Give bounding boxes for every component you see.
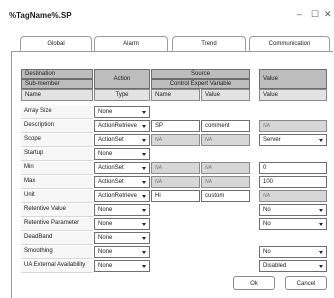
window-title: %TagName%.SP — [9, 11, 72, 20]
chevron-down-icon — [319, 223, 323, 226]
chevron-down-icon — [142, 167, 146, 170]
chevron-down-icon — [319, 265, 323, 268]
chevron-down-icon — [142, 181, 146, 184]
type-select[interactable]: None — [94, 148, 150, 160]
chevron-down-icon — [142, 195, 146, 198]
value-field: NA — [259, 120, 327, 132]
ok-button[interactable]: Ok — [233, 276, 275, 290]
value-field[interactable]: 100 — [259, 176, 327, 188]
row-label: Max — [21, 176, 93, 189]
title-bar: %TagName%.SP – ☐ ✕ — [0, 0, 334, 26]
type-select[interactable]: ActionRetrieve — [94, 190, 150, 202]
row-label: Scope — [21, 134, 93, 147]
tab-trend[interactable]: Trend — [172, 36, 246, 52]
chevron-down-icon — [142, 265, 146, 268]
row-label: Description — [21, 120, 93, 133]
header-name: Name — [21, 89, 93, 101]
row-label: UA External Availability — [21, 260, 93, 273]
row-label: Retentive Value — [21, 204, 93, 217]
value-select[interactable]: No — [259, 204, 327, 216]
chevron-down-icon — [142, 251, 146, 254]
header-value: Value — [259, 69, 327, 89]
chevron-down-icon — [319, 251, 323, 254]
type-select[interactable]: None — [94, 232, 150, 244]
header-destination: Destination — [21, 69, 93, 79]
value-field: NA — [259, 190, 327, 202]
type-select[interactable]: None — [94, 204, 150, 216]
chevron-down-icon — [142, 223, 146, 226]
source-value-field[interactable]: comment — [201, 120, 250, 132]
type-select[interactable]: ActionSet — [94, 134, 150, 146]
row-label: Min — [21, 162, 93, 175]
chevron-down-icon — [319, 139, 323, 142]
row-label: DeadBand — [21, 232, 93, 245]
source-value-field: NA — [201, 176, 250, 188]
header-source-name: Name — [151, 89, 200, 101]
row-label: Startup — [21, 148, 93, 161]
source-value-field[interactable]: custom — [201, 190, 250, 202]
header-source-value: Value — [201, 89, 250, 101]
header-source: Source — [151, 69, 250, 79]
type-select[interactable]: None — [94, 260, 150, 272]
value-select[interactable]: No — [259, 246, 327, 258]
chevron-down-icon — [142, 153, 146, 156]
type-select[interactable]: ActionSet — [94, 162, 150, 174]
row-label: Smoothing — [21, 246, 93, 259]
chevron-down-icon — [142, 209, 146, 212]
header-value-sub: Value — [259, 89, 327, 101]
tab-global[interactable]: Global — [20, 36, 92, 52]
header-sub-member: Sub-member — [21, 79, 93, 89]
chevron-down-icon — [319, 209, 323, 212]
header-control-expert-variable: Control Expert Variable — [151, 79, 250, 89]
chevron-down-icon — [142, 111, 146, 114]
source-value-field: NA — [201, 162, 250, 174]
row-label: Array Size — [21, 106, 93, 119]
value-select[interactable]: No — [259, 218, 327, 230]
tab-communication[interactable]: Communication — [249, 36, 330, 52]
close-icon[interactable]: ✕ — [324, 10, 332, 19]
value-select[interactable]: Disabled — [259, 260, 327, 272]
source-name-field: NA — [151, 176, 200, 188]
chevron-down-icon — [142, 237, 146, 240]
type-select[interactable]: ActionSet — [94, 176, 150, 188]
tab-alarm[interactable]: Alarm — [94, 36, 168, 52]
source-name-field: NA — [151, 162, 200, 174]
source-name-field[interactable]: Hi — [151, 190, 200, 202]
header-type: Type — [94, 89, 150, 101]
source-name-field[interactable]: SP — [151, 120, 200, 132]
source-value-field: NA — [201, 134, 250, 146]
header-action: Action — [94, 69, 150, 89]
minimize-icon[interactable]: – — [297, 10, 302, 19]
chevron-down-icon — [142, 125, 146, 128]
row-label: Retentive Parameter — [21, 218, 93, 231]
type-select[interactable]: ActionRetrieve — [94, 120, 150, 132]
chevron-down-icon — [142, 139, 146, 142]
type-select[interactable]: None — [94, 106, 150, 118]
row-label: Unit — [21, 190, 93, 203]
value-select[interactable]: Server — [259, 134, 327, 146]
cancel-button[interactable]: Cancel — [285, 276, 327, 290]
type-select[interactable]: None — [94, 246, 150, 258]
source-name-field: NA — [151, 134, 200, 146]
type-select[interactable]: None — [94, 218, 150, 230]
value-field[interactable]: 0 — [259, 162, 327, 174]
maximize-icon[interactable]: ☐ — [311, 10, 319, 19]
